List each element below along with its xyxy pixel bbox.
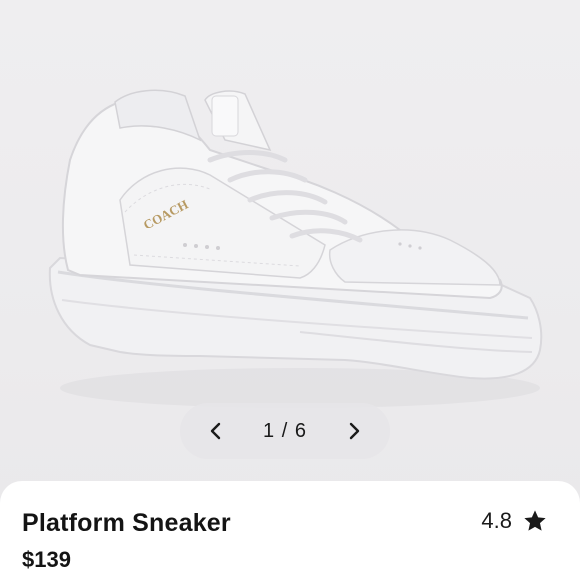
rating-value: 4.8 — [481, 508, 512, 533]
product-image[interactable] — [0, 0, 580, 470]
chevron-right-icon — [349, 422, 360, 440]
star-icon — [524, 510, 546, 531]
image-counter: 1 / 6 — [263, 419, 307, 442]
next-image-button[interactable] — [334, 411, 374, 451]
product-info-card: Platform Sneaker $139 4.8 — [0, 481, 580, 580]
brand-logo-text: COACH — [141, 197, 191, 228]
brand-logo: COACH — [141, 197, 191, 228]
image-pager: 1 / 6 — [180, 403, 390, 459]
product-price: $139 — [22, 547, 71, 572]
product-screen: COACH 1 / 6 Platform Sneaker $139 4.8 — [0, 0, 580, 580]
chevron-left-icon — [210, 422, 221, 440]
product-rating[interactable]: 4.8 — [481, 508, 548, 534]
previous-image-button[interactable] — [196, 411, 236, 451]
product-name[interactable]: Platform Sneaker — [22, 509, 231, 538]
